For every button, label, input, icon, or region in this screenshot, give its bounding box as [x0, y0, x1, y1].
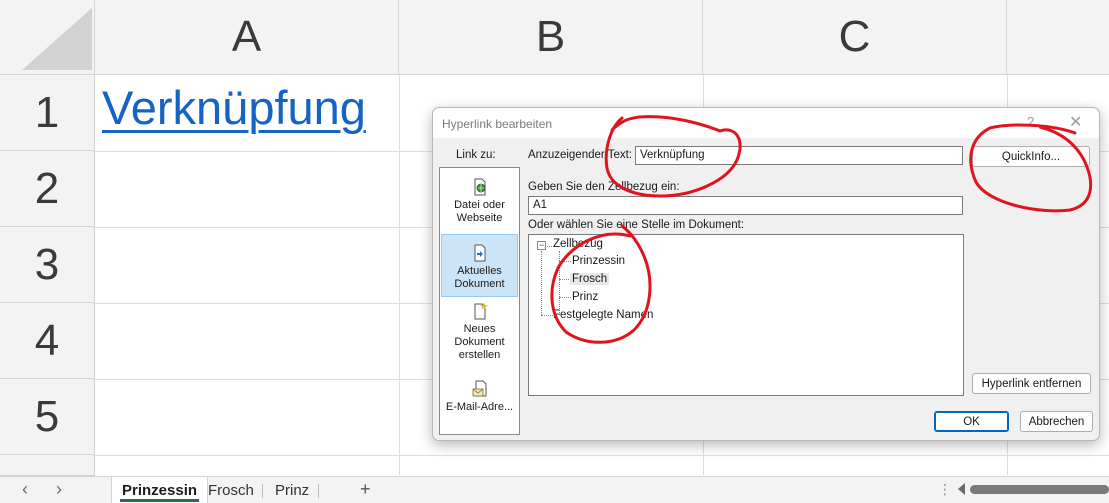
- sheet-tab-label: Frosch: [208, 482, 254, 499]
- ok-button[interactable]: OK: [934, 411, 1009, 432]
- scroll-left-icon[interactable]: [958, 483, 965, 495]
- remove-hyperlink-button[interactable]: Hyperlink entfernen: [972, 373, 1091, 394]
- row-label: 5: [34, 391, 60, 441]
- globe-file-icon: [474, 178, 485, 196]
- link-type-panel: Datei oder Webseite Aktuelles Dokument N…: [439, 167, 520, 435]
- column-label: C: [838, 12, 871, 61]
- tree-node-prinzessin[interactable]: Prinzessin: [572, 255, 625, 267]
- dialog-titlebar[interactable]: Hyperlink bearbeiten ? ✕: [433, 108, 1099, 138]
- link-type-new-document[interactable]: Neues Dokument erstellen: [441, 302, 518, 368]
- row-label: 2: [34, 163, 60, 213]
- close-button[interactable]: ✕: [1069, 112, 1082, 132]
- tree-connector: [547, 246, 552, 247]
- grid-line: [95, 455, 1109, 456]
- sheet-tab-frosch[interactable]: Frosch: [198, 477, 264, 503]
- edit-hyperlink-dialog: Hyperlink bearbeiten ? ✕ Link zu: Datei …: [432, 107, 1100, 441]
- column-header-b[interactable]: B: [399, 0, 703, 75]
- row-header-3[interactable]: 3: [0, 227, 95, 303]
- tree-node-frosch[interactable]: Frosch: [570, 273, 610, 285]
- link-to-label: Link zu:: [456, 149, 496, 161]
- collapse-icon[interactable]: −: [537, 241, 546, 250]
- tree-connector: [559, 261, 571, 262]
- link-type-label: Dokument: [454, 336, 505, 348]
- tree-node-prinz[interactable]: Prinz: [572, 291, 598, 303]
- sheet-tab-prinzessin[interactable]: Prinzessin: [111, 477, 209, 503]
- chevron-right-icon[interactable]: ›: [56, 479, 62, 500]
- display-text-label: Anzuzeigender Text:: [528, 149, 632, 161]
- row-label: 3: [34, 239, 60, 289]
- cell-a1-hyperlink[interactable]: Verknüpfung: [102, 80, 366, 135]
- column-header-c[interactable]: C: [703, 0, 1007, 75]
- link-type-label: E-Mail-Adre...: [445, 401, 514, 413]
- link-type-file-webpage[interactable]: Datei oder Webseite: [441, 178, 518, 228]
- tree-node-defined-names[interactable]: Festgelegte Namen: [553, 309, 653, 321]
- cancel-button[interactable]: Abbrechen: [1020, 411, 1093, 432]
- document-place-tree[interactable]: − Zellbezug Prinzessin Frosch Prinz Fest…: [528, 234, 964, 396]
- document-icon: [474, 244, 485, 262]
- quickinfo-button[interactable]: QuickInfo...: [972, 146, 1090, 167]
- sheet-tab-bar: ‹ › Prinzessin Frosch Prinz + ⋮: [0, 476, 1109, 503]
- column-label: B: [535, 12, 566, 61]
- help-button[interactable]: ?: [1027, 114, 1034, 129]
- grid-line: [399, 75, 400, 475]
- row-label: 1: [34, 87, 60, 137]
- new-document-icon: [474, 302, 488, 320]
- add-sheet-button[interactable]: +: [360, 479, 371, 500]
- link-type-label: Webseite: [456, 212, 503, 224]
- link-type-label: erstellen: [458, 349, 501, 361]
- tree-connector: [541, 315, 553, 316]
- tree-connector: [541, 251, 542, 315]
- sheet-tab-label: Prinzessin: [122, 482, 198, 499]
- tree-connector: [559, 297, 571, 298]
- link-type-label: Aktuelles: [457, 265, 502, 277]
- email-icon: [472, 380, 486, 397]
- select-all-corner[interactable]: [0, 0, 95, 75]
- row-header-6[interactable]: [0, 455, 95, 476]
- tab-divider: [262, 484, 263, 498]
- link-type-email[interactable]: E-Mail-Adre...: [441, 380, 518, 420]
- dialog-title: Hyperlink bearbeiten: [442, 117, 553, 131]
- place-in-document-label: Oder wählen Sie eine Stelle im Dokument:: [528, 219, 745, 231]
- cell-reference-label: Geben Sie den Zellbezug ein:: [528, 181, 680, 193]
- column-label: A: [231, 12, 262, 61]
- row-header-5[interactable]: 5: [0, 379, 95, 455]
- link-type-label: Neues: [463, 323, 496, 335]
- cell-reference-input[interactable]: A1: [528, 196, 963, 215]
- sheet-tab-prinz[interactable]: Prinz: [265, 477, 319, 503]
- tree-node-cell-reference[interactable]: Zellbezug: [553, 238, 603, 250]
- link-type-label: Dokument: [454, 278, 505, 290]
- row-header-2[interactable]: 2: [0, 151, 95, 227]
- horizontal-scrollbar-thumb[interactable]: [970, 485, 1109, 494]
- row-label: 4: [34, 315, 60, 365]
- tab-divider: [318, 484, 319, 498]
- row-header-1[interactable]: 1: [0, 75, 95, 151]
- chevron-left-icon[interactable]: ‹: [22, 479, 28, 500]
- column-header-a[interactable]: A: [95, 0, 399, 75]
- display-text-input[interactable]: Verknüpfung: [635, 146, 963, 165]
- column-header-d[interactable]: [1007, 0, 1109, 75]
- link-type-current-document[interactable]: Aktuelles Dokument: [441, 234, 518, 297]
- row-header-4[interactable]: 4: [0, 303, 95, 379]
- more-options-icon[interactable]: ⋮: [938, 481, 952, 498]
- link-type-label: Datei oder: [454, 199, 505, 211]
- sheet-tab-label: Prinz: [275, 482, 310, 499]
- active-tab-indicator: [120, 499, 200, 502]
